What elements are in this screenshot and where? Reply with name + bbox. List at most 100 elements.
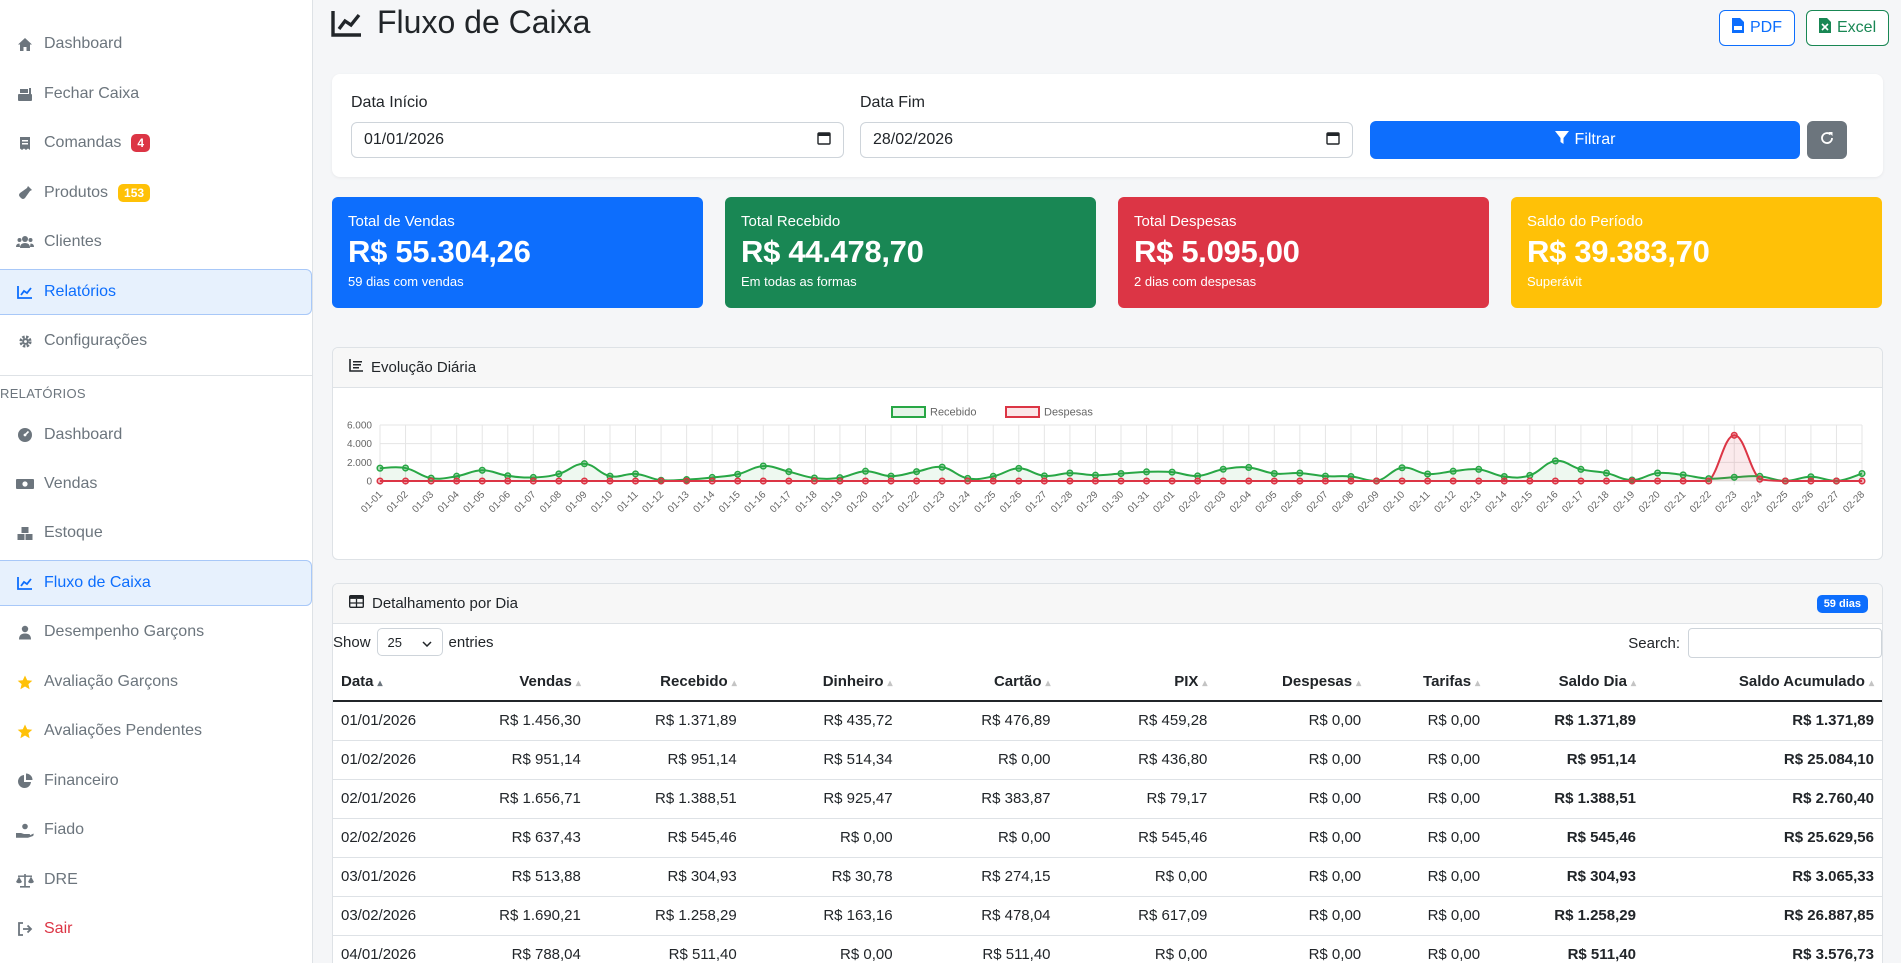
start-date-input[interactable]: 01/01/2026	[351, 122, 844, 158]
table-row[interactable]: 03/02/2026 R$ 1.690,21 R$ 1.258,29 R$ 163,1…	[333, 896, 1882, 936]
data-point	[1858, 477, 1866, 485]
end-date-input[interactable]: 28/02/2026	[860, 122, 1353, 158]
data-point	[913, 468, 921, 476]
data-point	[631, 477, 640, 485]
table-cell: R$ 0,00	[1215, 701, 1370, 741]
export-excel-label: Excel	[1837, 19, 1877, 36]
column-header[interactable]: Tarifas ▴	[1369, 662, 1489, 702]
data-point	[1398, 464, 1406, 472]
x-tick-label: 01-13	[666, 489, 692, 515]
data-point	[1296, 477, 1304, 485]
wine-bottle-icon	[16, 184, 34, 202]
x-tick-label: 01-01	[359, 489, 385, 515]
data-point	[529, 477, 537, 485]
nav-label: Comandas	[44, 134, 122, 151]
data-point	[1143, 468, 1151, 476]
calendar-icon[interactable]	[1326, 131, 1340, 150]
line-chart-icon	[331, 9, 363, 37]
column-header[interactable]: Cartão ▴	[900, 662, 1059, 702]
x-tick-label: 02-18	[1586, 489, 1612, 515]
nav-label: Avaliações Pendentes	[44, 722, 203, 739]
data-point	[1424, 477, 1432, 485]
column-header[interactable]: Recebido ▴	[588, 662, 745, 702]
data-point	[683, 477, 691, 485]
data-point	[427, 477, 435, 485]
nav-rel-desempenho-garcons[interactable]: Desempenho Garçons	[0, 609, 312, 655]
search-input[interactable]	[1688, 628, 1882, 658]
nav-configuracoes[interactable]: Configurações	[0, 318, 312, 364]
stat-value: R$ 5.095,00	[1134, 234, 1300, 269]
nav-rel-fluxo-caixa[interactable]: Fluxo de Caixa	[0, 560, 312, 606]
nav-comandas[interactable]: Comandas 4	[0, 120, 312, 166]
column-header-label: Dinheiro	[822, 672, 884, 690]
data-point	[1832, 477, 1840, 485]
nav-sair[interactable]: Sair	[0, 906, 312, 952]
page-title-text: Fluxo de Caixa	[377, 4, 591, 40]
table-row[interactable]: 01/02/2026 R$ 951,14 R$ 951,14 R$ 514,34 R$ …	[333, 740, 1882, 780]
data-point	[1091, 477, 1099, 485]
nav-rel-avaliacoes-pendentes[interactable]: Avaliações Pendentes	[0, 708, 312, 754]
search-label: Search:	[1628, 634, 1680, 652]
table-row[interactable]: 02/01/2026 R$ 1.656,71 R$ 1.388,51 R$ 925,4…	[333, 779, 1882, 819]
column-header[interactable]: Saldo Dia ▴	[1488, 662, 1644, 702]
table-cell: R$ 513,88	[451, 857, 589, 897]
balance-scale-icon	[16, 871, 34, 889]
x-tick-label: 01-06	[487, 489, 513, 515]
x-tick-label: 01-23	[921, 489, 947, 515]
data-point	[759, 477, 767, 485]
stat-value: R$ 39.383,70	[1527, 234, 1710, 269]
nav-rel-fiado[interactable]: Fiado	[0, 807, 312, 853]
table-cell: R$ 0,00	[1369, 896, 1489, 936]
nav-rel-dre[interactable]: DRE	[0, 857, 312, 903]
export-excel-button[interactable]: Excel	[1806, 10, 1890, 46]
page-length-value: 25	[387, 634, 402, 650]
sort-icon: ▴	[1475, 677, 1481, 689]
nav-fechar-caixa[interactable]: Fechar Caixa	[0, 71, 312, 117]
table-cell: R$ 1.388,51	[1488, 779, 1644, 819]
table-cell: R$ 304,93	[588, 857, 745, 897]
column-header[interactable]: Dinheiro ▴	[744, 662, 901, 702]
chart-card-title: Evolução Diária	[371, 359, 477, 376]
table-cell: R$ 304,93	[1488, 857, 1644, 897]
data-point	[1398, 477, 1406, 485]
page-title: Fluxo de Caixa	[331, 4, 590, 41]
table-cell: R$ 925,47	[744, 779, 901, 819]
table-row[interactable]: 02/02/2026 R$ 637,43 R$ 545,46 R$ 0,00 R$ 0,…	[333, 818, 1882, 858]
nav-rel-financeiro[interactable]: Financeiro	[0, 758, 312, 804]
nav-produtos[interactable]: Produtos 153	[0, 170, 312, 216]
refresh-button[interactable]	[1807, 121, 1847, 159]
column-header[interactable]: Despesas ▴	[1215, 662, 1370, 702]
column-header[interactable]: Data ▴	[333, 662, 452, 702]
nav-clientes[interactable]: Clientes	[0, 219, 312, 265]
calendar-icon[interactable]	[817, 131, 831, 150]
table-card-title: Detalhamento por Dia	[372, 595, 518, 612]
data-point	[1654, 477, 1662, 485]
filter-button[interactable]: Filtrar	[1370, 121, 1800, 159]
table-row[interactable]: 03/01/2026 R$ 513,88 R$ 304,93 R$ 30,78 R$ 2…	[333, 857, 1882, 897]
data-point	[1143, 477, 1151, 485]
y-tick-label: 4.000	[347, 439, 372, 450]
page-length-select[interactable]: 25	[376, 628, 443, 656]
table-row[interactable]: 01/01/2026 R$ 1.456,30 R$ 1.371,89 R$ 435,7…	[333, 701, 1882, 741]
nav-rel-dashboard[interactable]: Dashboard	[0, 412, 312, 458]
data-point	[989, 477, 997, 485]
x-tick-label: 01-15	[717, 489, 743, 515]
table-row[interactable]: 04/01/2026 R$ 788,04 R$ 511,40 R$ 0,00 R$ 51…	[333, 935, 1882, 963]
nav-dashboard[interactable]: Dashboard	[0, 21, 312, 67]
column-header[interactable]: PIX ▴	[1058, 662, 1216, 702]
nav-rel-vendas[interactable]: Vendas	[0, 461, 312, 507]
column-header[interactable]: Saldo Acumulado ▴	[1643, 662, 1882, 702]
nav-rel-avaliacao-garcons[interactable]: Avaliação Garçons	[0, 659, 312, 705]
boxes-icon	[16, 524, 34, 542]
x-tick-label: 01-02	[385, 489, 411, 515]
nav-relatorios[interactable]: Relatórios	[0, 269, 312, 315]
nav-label: Dashboard	[44, 35, 123, 52]
export-pdf-button[interactable]: PDF	[1719, 10, 1795, 46]
column-header[interactable]: Vendas ▴	[451, 662, 589, 702]
table-cell: R$ 163,16	[744, 896, 901, 936]
nav-rel-estoque[interactable]: Estoque	[0, 510, 312, 556]
data-point	[1219, 465, 1227, 473]
data-point	[964, 477, 972, 485]
table-search: Search:	[1628, 628, 1882, 658]
x-tick-label: 01-09	[564, 489, 590, 515]
